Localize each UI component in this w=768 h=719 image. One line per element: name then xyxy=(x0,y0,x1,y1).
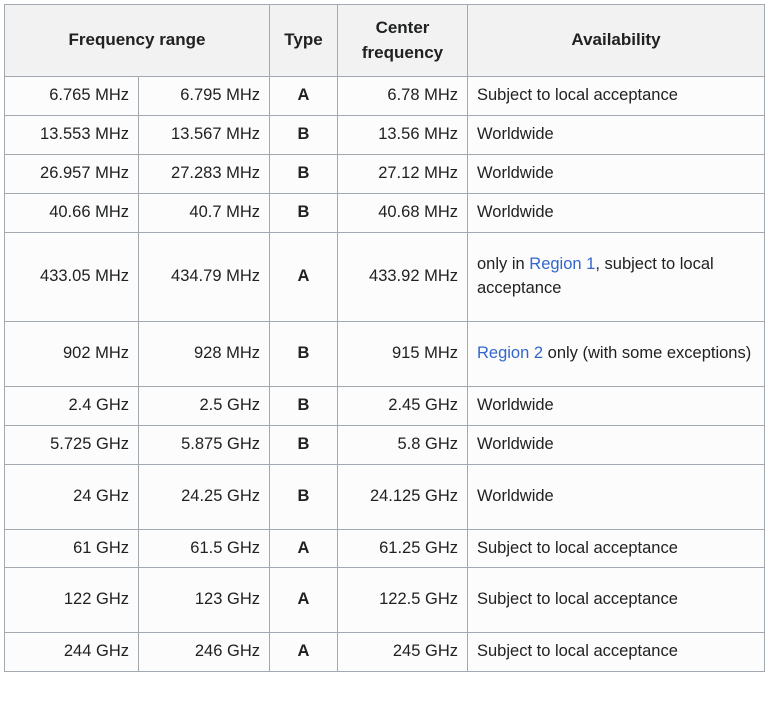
cell-range-low: 122 GHz xyxy=(4,567,139,634)
table-row: 6.765 MHz 6.795 MHz A 6.78 MHz Subject to lo… xyxy=(4,76,765,117)
column-header-availability: Availability xyxy=(467,3,765,78)
cell-availability: Worldwide xyxy=(467,385,765,426)
cell-type: A xyxy=(269,567,338,634)
cell-availability: Subject to local acceptance xyxy=(467,567,765,634)
availability-text: Worldwide xyxy=(477,486,554,505)
table-row: 26.957 MHz 27.283 MHz B 27.12 MHz Worldwide xyxy=(4,154,765,195)
cell-availability: Worldwide xyxy=(467,115,765,156)
cell-range-high: 928 MHz xyxy=(138,320,270,387)
cell-center: 433.92 MHz xyxy=(337,231,468,322)
cell-availability: Worldwide xyxy=(467,463,765,530)
availability-text: Subject to local acceptance xyxy=(477,590,678,609)
cell-availability: Subject to local acceptance xyxy=(467,76,765,117)
cell-center: 27.12 MHz xyxy=(337,154,468,195)
cell-type: A xyxy=(269,231,338,322)
cell-availability: Worldwide xyxy=(467,154,765,195)
availability-text: Subject to local acceptance xyxy=(477,642,678,661)
cell-range-low: 244 GHz xyxy=(4,632,139,673)
cell-type: B xyxy=(269,193,338,233)
availability-text: only in xyxy=(477,254,530,273)
table-row: 24 GHz 24.25 GHz B 24.125 GHz Worldwide xyxy=(4,463,765,530)
cell-range-high: 6.795 MHz xyxy=(138,76,270,117)
table-row: 61 GHz 61.5 GHz A 61.25 GHz Subject to local… xyxy=(4,528,765,569)
cell-range-high: 123 GHz xyxy=(138,567,270,634)
availability-text: Subject to local acceptance xyxy=(477,538,678,557)
ism-bands-table: Frequency range Type Center frequency Av… xyxy=(4,3,765,673)
cell-type: B xyxy=(269,385,338,426)
availability-text: only (with some exceptions) xyxy=(543,343,752,362)
cell-center: 2.45 GHz xyxy=(337,385,468,426)
cell-center: 6.78 MHz xyxy=(337,76,468,117)
cell-type: A xyxy=(269,528,338,569)
availability-link[interactable]: Region 1 xyxy=(529,255,595,273)
availability-link[interactable]: Region 2 xyxy=(477,344,543,362)
cell-availability: only in Region 1, subject to local accep… xyxy=(467,231,765,322)
cell-center: 40.68 MHz xyxy=(337,193,468,233)
cell-range-high: 61.5 GHz xyxy=(138,528,270,569)
column-header-frequency-range: Frequency range xyxy=(4,3,270,78)
cell-range-high: 434.79 MHz xyxy=(138,231,270,322)
cell-type: B xyxy=(269,424,338,465)
table-row: 2.4 GHz 2.5 GHz B 2.45 GHz Worldwide xyxy=(4,385,765,426)
cell-center: 61.25 GHz xyxy=(337,528,468,569)
cell-center: 122.5 GHz xyxy=(337,567,468,634)
table-row: 433.05 MHz 434.79 MHz A 433.92 MHz only in R… xyxy=(4,231,765,322)
cell-range-high: 13.567 MHz xyxy=(138,115,270,156)
table-row: 122 GHz 123 GHz A 122.5 GHz Subject to local… xyxy=(4,567,765,634)
availability-text: Worldwide xyxy=(477,434,554,453)
cell-type: A xyxy=(269,632,338,673)
cell-availability: Subject to local acceptance xyxy=(467,528,765,569)
table-row: 244 GHz 246 GHz A 245 GHz Subject to local a… xyxy=(4,632,765,673)
cell-center: 13.56 MHz xyxy=(337,115,468,156)
table-header-row: Frequency range Type Center frequency Av… xyxy=(4,3,765,78)
column-header-center-frequency: Center frequency xyxy=(337,3,468,78)
table-row: 40.66 MHz 40.7 MHz B 40.68 MHz Worldwide xyxy=(4,193,765,233)
cell-availability: Worldwide xyxy=(467,424,765,465)
cell-range-low: 6.765 MHz xyxy=(4,76,139,117)
table-body: 6.765 MHz 6.795 MHz A 6.78 MHz Subject to lo… xyxy=(4,76,765,673)
cell-range-high: 5.875 GHz xyxy=(138,424,270,465)
cell-range-low: 26.957 MHz xyxy=(4,154,139,195)
cell-range-low: 433.05 MHz xyxy=(4,231,139,322)
table-row: 13.553 MHz 13.567 MHz B 13.56 MHz Worldwide xyxy=(4,115,765,156)
cell-range-high: 24.25 GHz xyxy=(138,463,270,530)
cell-availability: Worldwide xyxy=(467,193,765,233)
ism-table-wrapper: Frequency range Type Center frequency Av… xyxy=(0,0,768,673)
table-header: Frequency range Type Center frequency Av… xyxy=(4,3,765,78)
cell-center: 915 MHz xyxy=(337,320,468,387)
cell-range-high: 27.283 MHz xyxy=(138,154,270,195)
cell-center: 24.125 GHz xyxy=(337,463,468,530)
cell-range-low: 13.553 MHz xyxy=(4,115,139,156)
table-row: 902 MHz 928 MHz B 915 MHz Region 2 only (wit… xyxy=(4,320,765,387)
cell-range-high: 40.7 MHz xyxy=(138,193,270,233)
cell-range-low: 902 MHz xyxy=(4,320,139,387)
cell-availability: Region 2 only (with some exceptions) xyxy=(467,320,765,387)
cell-type: B xyxy=(269,463,338,530)
cell-availability: Subject to local acceptance xyxy=(467,632,765,673)
availability-text: Subject to local acceptance xyxy=(477,86,678,105)
cell-range-low: 5.725 GHz xyxy=(4,424,139,465)
availability-text: Worldwide xyxy=(477,164,554,183)
cell-type: A xyxy=(269,76,338,117)
cell-type: B xyxy=(269,320,338,387)
cell-type: B xyxy=(269,154,338,195)
availability-text: Worldwide xyxy=(477,395,554,414)
column-header-type: Type xyxy=(269,3,338,78)
cell-range-low: 61 GHz xyxy=(4,528,139,569)
cell-range-low: 24 GHz xyxy=(4,463,139,530)
table-row: 5.725 GHz 5.875 GHz B 5.8 GHz Worldwide xyxy=(4,424,765,465)
cell-range-high: 2.5 GHz xyxy=(138,385,270,426)
availability-text: Worldwide xyxy=(477,125,554,144)
cell-center: 245 GHz xyxy=(337,632,468,673)
cell-range-low: 2.4 GHz xyxy=(4,385,139,426)
cell-range-high: 246 GHz xyxy=(138,632,270,673)
cell-type: B xyxy=(269,115,338,156)
cell-center: 5.8 GHz xyxy=(337,424,468,465)
cell-range-low: 40.66 MHz xyxy=(4,193,139,233)
availability-text: Worldwide xyxy=(477,203,554,222)
